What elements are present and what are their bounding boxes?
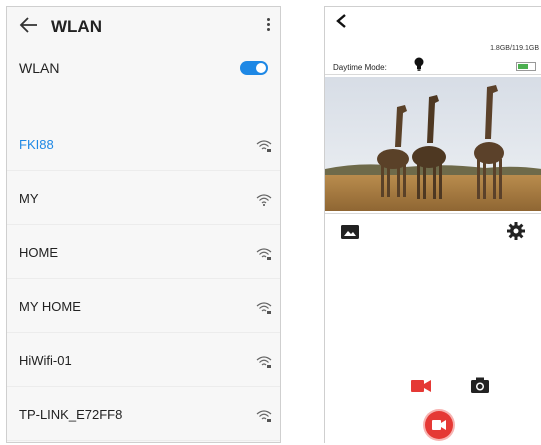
wifi-icon: [256, 194, 272, 206]
camera-icon[interactable]: [471, 377, 489, 393]
more-vert-icon[interactable]: [264, 16, 272, 34]
network-item-fki88[interactable]: FKI88: [7, 117, 280, 171]
wifi-lock-icon: [256, 356, 272, 368]
wlan-toggle-label: WLAN: [19, 60, 60, 76]
camera-preview-image: [325, 77, 541, 211]
wifi-lock-icon: [256, 248, 272, 260]
record-button[interactable]: [425, 411, 453, 439]
gear-icon[interactable]: [507, 222, 525, 240]
camera-top-bar: 1.8GB/119.1GB Daytime Mode:: [325, 7, 541, 75]
network-list: FKI88 MY HOME MY HOME HiWifi-01 TP-LINK_…: [7, 117, 280, 441]
network-ssid: MY: [19, 191, 39, 206]
light-bulb-icon[interactable]: [413, 57, 425, 71]
preview-divider: [325, 213, 541, 214]
record-button-icon: [432, 420, 446, 430]
wlan-header: WLAN: [7, 7, 280, 47]
network-ssid: HOME: [19, 245, 58, 260]
chevron-left-icon[interactable]: [335, 13, 349, 29]
network-ssid: FKI88: [19, 137, 54, 152]
daytime-mode-label: Daytime Mode:: [333, 63, 387, 72]
wifi-lock-icon: [256, 302, 272, 314]
video-camera-icon[interactable]: [411, 379, 431, 393]
battery-indicator: [516, 62, 536, 71]
storage-indicator: 1.8GB/119.1GB: [490, 45, 539, 52]
wifi-lock-icon: [256, 140, 272, 152]
wlan-toggle-row: WLAN: [7, 51, 280, 87]
network-item-hiwifi-01[interactable]: HiWifi-01: [7, 333, 280, 387]
wlan-toggle-switch[interactable]: [240, 61, 268, 75]
back-arrow-icon[interactable]: [19, 16, 39, 34]
camera-app-screen: 1.8GB/119.1GB Daytime Mode:: [324, 6, 541, 443]
network-item-my[interactable]: MY: [7, 171, 280, 225]
network-item-home[interactable]: HOME: [7, 225, 280, 279]
network-item-my-home[interactable]: MY HOME: [7, 279, 280, 333]
network-ssid: MY HOME: [19, 299, 81, 314]
gallery-icon[interactable]: [341, 225, 359, 239]
network-item-tp-link[interactable]: TP-LINK_E72FF8: [7, 387, 280, 441]
wlan-settings-screen: WLAN WLAN FKI88 MY HOME MY HOME HiWifi-0…: [6, 6, 281, 443]
wifi-lock-icon: [256, 410, 272, 422]
network-ssid: HiWifi-01: [19, 353, 72, 368]
network-ssid: TP-LINK_E72FF8: [19, 407, 123, 422]
page-title: WLAN: [51, 17, 102, 36]
